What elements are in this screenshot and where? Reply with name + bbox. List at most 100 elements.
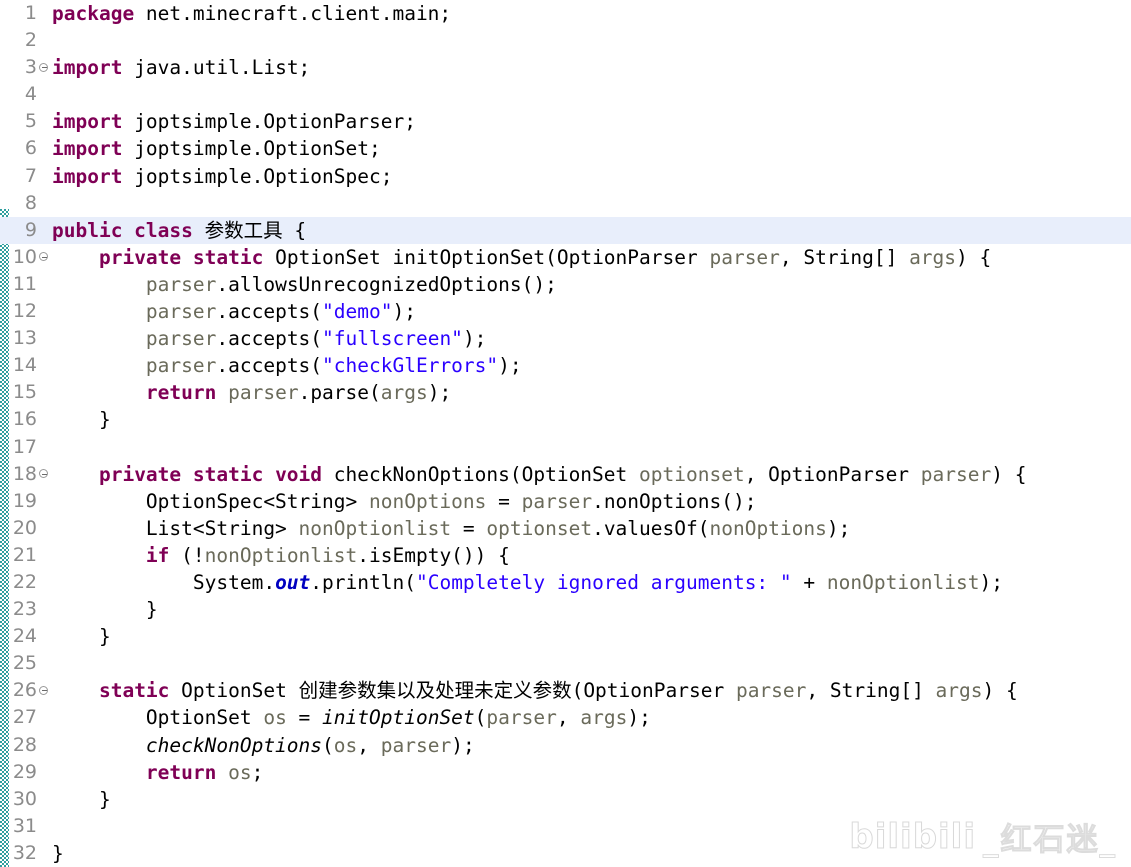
token-plain: = bbox=[486, 489, 522, 513]
code-line[interactable]: 13 parser.accepts("fullscreen"); bbox=[0, 325, 1131, 352]
token-plain: .accepts( bbox=[216, 354, 323, 378]
code-line[interactable]: 24 } bbox=[0, 623, 1131, 650]
token-plain: ); bbox=[826, 516, 851, 540]
token-kw: return bbox=[145, 760, 217, 784]
token-plain: .println( bbox=[310, 570, 416, 594]
token-smth: checkNonOptions bbox=[145, 733, 323, 757]
code-text: import joptsimple.OptionSet; bbox=[52, 135, 1131, 162]
token-kw: import bbox=[52, 164, 123, 188]
code-line[interactable]: 14 parser.accepts("checkGlErrors"); bbox=[0, 352, 1131, 379]
line-number: 19 bbox=[12, 489, 37, 512]
code-line[interactable]: 28 checkNonOptions(os, parser); bbox=[0, 732, 1131, 759]
code-line[interactable]: 4 bbox=[0, 81, 1131, 108]
line-number: 29 bbox=[12, 760, 37, 783]
token-var: parser bbox=[145, 300, 217, 324]
token-var: parser bbox=[709, 245, 780, 269]
code-line[interactable]: 9 public class 参数工具 { bbox=[0, 216, 1131, 244]
code-text: package net.minecraft.client.main; bbox=[52, 0, 1131, 27]
code-line[interactable]: 19 OptionSpec<String> nonOptions = parse… bbox=[0, 488, 1131, 515]
line-number: 15 bbox=[12, 381, 37, 404]
code-text: parser.allowsUnrecognizedOptions(); bbox=[52, 271, 1131, 298]
token-smth: initOptionSet bbox=[322, 706, 475, 730]
code-line[interactable]: 17 bbox=[0, 434, 1131, 461]
token-str: "checkGlErrors" bbox=[322, 354, 499, 378]
code-text: import joptsimple.OptionSpec; bbox=[52, 163, 1131, 190]
code-line[interactable]: 26 static OptionSet 创建参数集以及处理未定义参数(Optio… bbox=[0, 677, 1131, 704]
code-line[interactable]: 15 return parser.parse(args); bbox=[0, 379, 1131, 406]
code-line[interactable]: 23 } bbox=[0, 596, 1131, 623]
token-plain: .valuesOf( bbox=[592, 516, 710, 540]
line-number: 25 bbox=[12, 652, 37, 675]
token-plain: ) { bbox=[956, 245, 992, 269]
token-plain: java.util.List; bbox=[122, 56, 311, 80]
line-number: 16 bbox=[12, 408, 37, 431]
token-var: parser bbox=[521, 489, 593, 513]
code-line[interactable]: 2 bbox=[0, 27, 1131, 54]
token-var: parser bbox=[145, 327, 217, 351]
token-plain: joptsimple.OptionSpec; bbox=[122, 164, 393, 188]
code-text: return parser.parse(args); bbox=[52, 379, 1131, 406]
token-plain: ); bbox=[392, 300, 416, 324]
line-number: 11 bbox=[12, 272, 37, 295]
code-text: } bbox=[52, 406, 1131, 433]
code-line[interactable]: 22 System.out.println("Completely ignore… bbox=[0, 569, 1131, 596]
code-line[interactable]: 3 import java.util.List; bbox=[0, 54, 1131, 81]
code-line[interactable]: 29 return os; bbox=[0, 759, 1131, 786]
line-number: 27 bbox=[12, 706, 37, 729]
token-plain: , String[] bbox=[806, 679, 936, 703]
token-plain: { bbox=[282, 218, 307, 242]
line-number: 3 bbox=[24, 56, 37, 79]
token-plain: ) { bbox=[982, 679, 1018, 703]
code-line[interactable]: 18 private static void checkNonOptions(O… bbox=[0, 461, 1131, 488]
token-kw: if bbox=[145, 543, 170, 567]
code-line[interactable]: 1 package net.minecraft.client.main; bbox=[0, 0, 1131, 27]
token-plain: , OptionParser bbox=[744, 462, 921, 486]
token-var: parser bbox=[145, 272, 217, 296]
code-text: } bbox=[52, 623, 1131, 650]
code-text: if (!nonOptionlist.isEmpty()) { bbox=[52, 542, 1131, 569]
token-str: "demo" bbox=[322, 300, 393, 324]
code-line[interactable]: 10 private static OptionSet initOptionSe… bbox=[0, 244, 1131, 271]
code-line[interactable]: 25 bbox=[0, 650, 1131, 677]
token-plain: ; bbox=[251, 760, 264, 784]
token-kw: private static void bbox=[98, 462, 323, 486]
token-plain: OptionSet bbox=[169, 679, 299, 703]
line-number: 18 bbox=[12, 462, 37, 485]
token-var: parser bbox=[735, 679, 807, 703]
code-lines-container[interactable]: 1 package net.minecraft.client.main; 2 3 imp… bbox=[0, 0, 1131, 867]
token-var: optionset bbox=[486, 516, 593, 540]
token-var: nonOptions bbox=[709, 516, 827, 540]
code-line[interactable]: 7 import joptsimple.OptionSpec; bbox=[0, 163, 1131, 190]
code-line[interactable]: 27 OptionSet os = initOptionSet(parser, … bbox=[0, 704, 1131, 731]
code-line[interactable]: 31 bbox=[0, 813, 1131, 840]
code-line[interactable]: 11 parser.allowsUnrecognizedOptions(); bbox=[0, 271, 1131, 298]
line-number: 21 bbox=[12, 543, 37, 566]
token-plain: = bbox=[451, 516, 487, 540]
token-plain: } bbox=[52, 841, 64, 865]
code-line[interactable]: 5 import joptsimple.OptionParser; bbox=[0, 108, 1131, 135]
code-line[interactable]: 20 List<String> nonOptionlist = optionse… bbox=[0, 515, 1131, 542]
code-line[interactable]: 8 bbox=[0, 190, 1131, 217]
code-text: } bbox=[52, 596, 1131, 623]
code-line[interactable]: 30 } bbox=[0, 786, 1131, 813]
token-plain: , bbox=[556, 706, 581, 730]
line-number: 20 bbox=[12, 516, 37, 539]
code-line[interactable]: 12 parser.accepts("demo"); bbox=[0, 298, 1131, 325]
code-line[interactable]: 6 import joptsimple.OptionSet; bbox=[0, 135, 1131, 162]
code-line[interactable]: 32} bbox=[0, 840, 1131, 867]
code-line[interactable]: 21 if (!nonOptionlist.isEmpty()) { bbox=[0, 542, 1131, 569]
token-plain: System. bbox=[52, 570, 276, 594]
token-plain: ); bbox=[427, 381, 452, 405]
code-line[interactable]: 16 } bbox=[0, 406, 1131, 433]
token-plain: ); bbox=[462, 327, 487, 351]
token-var: parser bbox=[486, 706, 557, 730]
code-text: public class 参数工具 { bbox=[52, 217, 1131, 244]
code-text: } bbox=[52, 840, 1131, 867]
line-number: 28 bbox=[12, 733, 37, 756]
